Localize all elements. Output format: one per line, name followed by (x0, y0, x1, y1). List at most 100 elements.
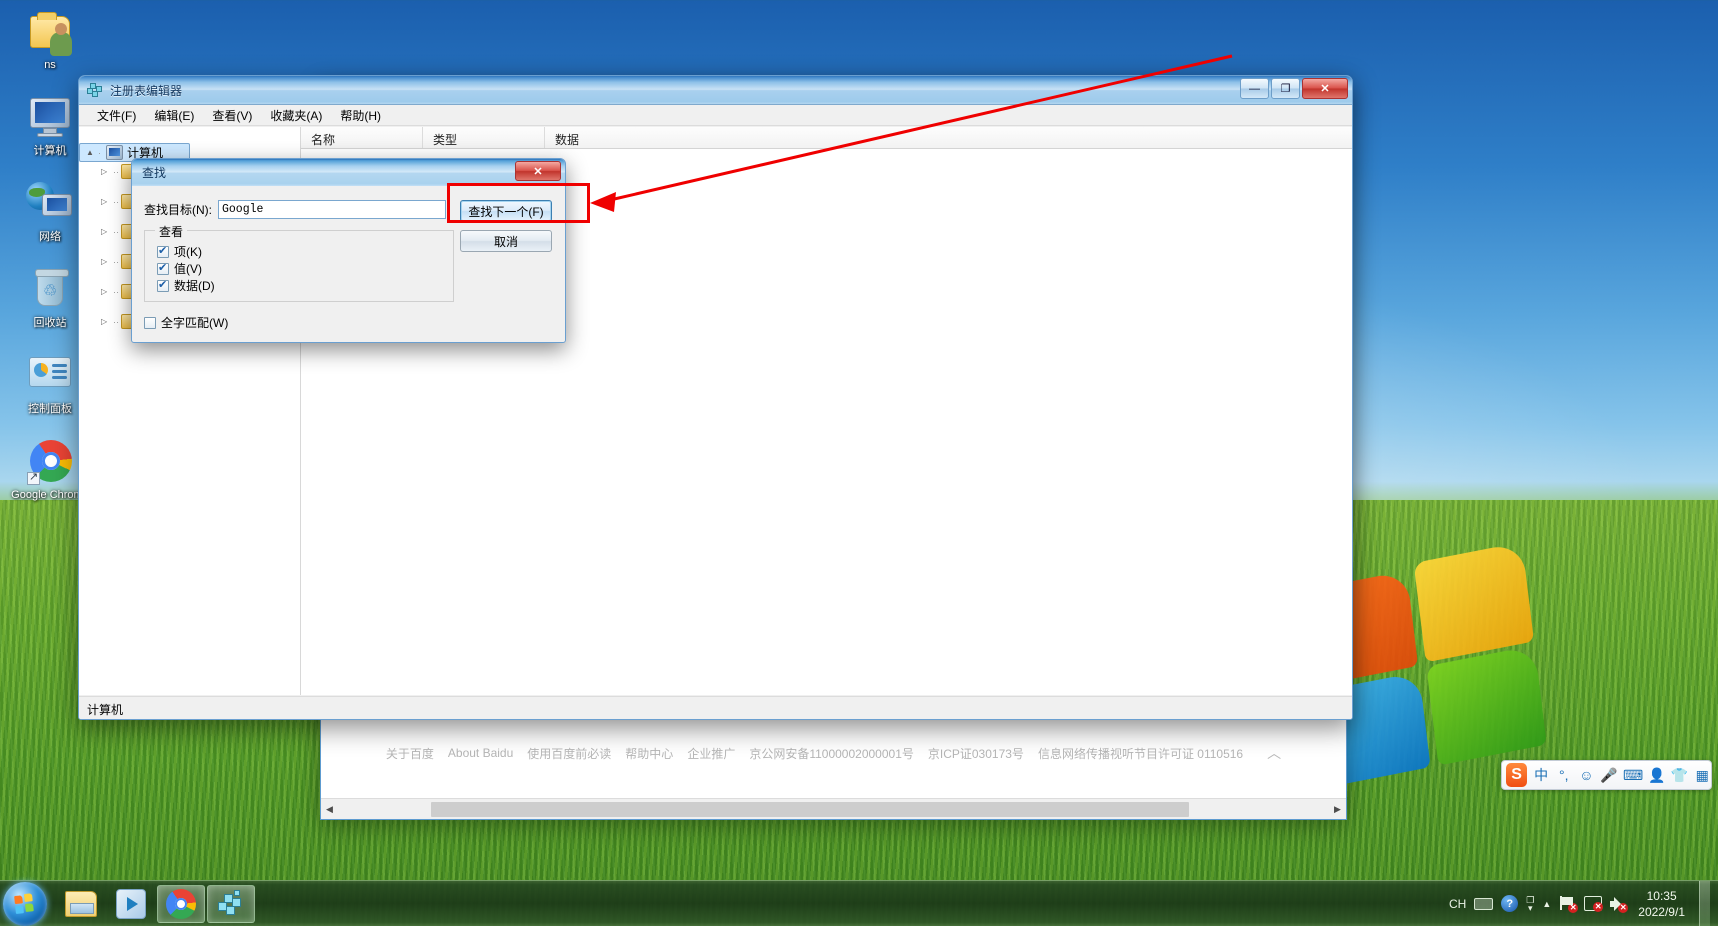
ime-skin-icon[interactable]: 👕 (1671, 767, 1689, 784)
footer-link[interactable]: 京公网安备11000002000001号 (749, 745, 914, 762)
footer-link[interactable]: About Baidu (448, 746, 513, 760)
expand-triangle-icon[interactable]: ▲ (86, 148, 98, 157)
ime-punctuation-icon[interactable]: °, (1555, 767, 1573, 783)
find-dialog-body: 查找目标(N): 查看 项(K) 值(V) 数据(D) 全字匹配(W) 查找下一… (132, 186, 565, 342)
action-center-flag-icon[interactable]: ✕ (1559, 896, 1579, 913)
taskbar: CH ? ❐ ▾ ▲ ✕ ✕ ✕ 10:35 2022/9/1 (0, 880, 1718, 926)
find-group-legend: 查看 (155, 223, 188, 240)
user-folder-icon (26, 8, 74, 56)
menu-view[interactable]: 查看(V) (204, 105, 260, 126)
computer-icon (106, 145, 123, 160)
find-dialog-titlebar[interactable]: 查找 ✕ (132, 159, 565, 186)
browser-horizontal-scrollbar[interactable]: ◀ ▶ (321, 798, 1346, 819)
find-checkbox-data[interactable]: 数据(D) (157, 277, 453, 294)
recycle-bin-icon (26, 266, 74, 314)
expand-triangle-icon[interactable]: ▷ (101, 317, 113, 326)
menu-help[interactable]: 帮助(H) (332, 105, 389, 126)
minimize-button[interactable]: — (1240, 78, 1269, 99)
show-desktop-button[interactable] (1699, 880, 1710, 926)
sync-icon[interactable]: ❐ ▾ (1526, 895, 1534, 912)
maximize-button[interactable]: ❐ (1271, 78, 1300, 99)
ime-chinese-mode-icon[interactable]: 中 (1532, 765, 1550, 785)
show-hidden-icons-button[interactable]: ▲ (1542, 899, 1551, 909)
menu-edit[interactable]: 编辑(E) (146, 105, 202, 126)
volume-icon[interactable]: ✕ (1610, 896, 1629, 913)
system-tray: CH ? ❐ ▾ ▲ ✕ ✕ ✕ 10:35 2022/9/1 (1449, 880, 1718, 926)
ime-keyboard-icon[interactable]: ⌨ (1623, 767, 1643, 784)
ime-voice-icon[interactable]: 🎤 (1600, 767, 1618, 784)
checkbox-icon[interactable] (157, 244, 169, 258)
expand-triangle-icon[interactable]: ▷ (101, 197, 113, 206)
start-button[interactable] (3, 881, 47, 926)
find-checkbox-values[interactable]: 值(V) (157, 260, 453, 277)
ime-toolbox-icon[interactable]: ▦ (1693, 767, 1711, 784)
keyboard-icon[interactable] (1474, 897, 1494, 910)
chevron-up-icon[interactable]: ︿ (1267, 743, 1281, 763)
checkbox-label: 项(K) (174, 245, 202, 259)
clock-time: 10:35 (1646, 888, 1677, 903)
taskbar-chrome-button[interactable] (157, 884, 205, 923)
network-icon[interactable]: ✕ (1584, 896, 1604, 912)
find-dialog-buttons: 查找下一个(F) 取消 (460, 200, 552, 252)
close-button[interactable]: ✕ (1302, 78, 1348, 99)
checkbox-label: 值(V) (174, 262, 202, 276)
footer-link[interactable]: 京ICP证030173号 (928, 745, 1024, 762)
scroll-thumb[interactable] (431, 801, 1189, 817)
footer-link[interactable]: 信息网络传播视听节目许可证 0110516 (1038, 745, 1243, 762)
tree-dots: · (98, 147, 101, 158)
footer-link[interactable]: 企业推广 (687, 745, 735, 762)
registry-editor-icon (216, 889, 246, 918)
tree-dots: ·· (113, 256, 119, 267)
footer-link[interactable]: 帮助中心 (625, 745, 673, 762)
desktop-icon-ns[interactable]: ns (8, 8, 92, 72)
sogou-ime-toolbar[interactable]: S 中 °, ☺ 🎤 ⌨ 👤 👕 ▦ (1501, 760, 1712, 790)
ime-emoji-icon[interactable]: ☺ (1578, 767, 1596, 783)
scroll-right-arrow[interactable]: ▶ (1329, 800, 1346, 819)
scroll-track[interactable] (338, 801, 1329, 817)
taskbar-clock[interactable]: 10:35 2022/9/1 (1638, 888, 1685, 920)
network-icon (26, 180, 74, 228)
find-close-button[interactable]: ✕ (515, 161, 561, 181)
registry-editor-titlebar[interactable]: 注册表编辑器 — ❐ ✕ (79, 76, 1352, 105)
checkbox-label: 全字匹配(W) (161, 316, 229, 330)
taskbar-registry-editor-button[interactable] (207, 884, 255, 923)
tray-ime-label[interactable]: CH (1449, 897, 1466, 911)
scroll-left-arrow[interactable]: ◀ (321, 800, 338, 819)
help-icon[interactable]: ? (1501, 895, 1519, 912)
column-header-name[interactable]: 名称 (301, 127, 423, 148)
find-search-label: 查找目标(N): (144, 203, 212, 217)
expand-triangle-icon[interactable]: ▷ (101, 227, 113, 236)
desktop-icon-label: ns (44, 59, 56, 71)
tree-dots: ·· (113, 166, 119, 177)
column-header-type[interactable]: 类型 (423, 127, 545, 148)
find-next-button[interactable]: 查找下一个(F) (460, 200, 552, 222)
find-cancel-button[interactable]: 取消 (460, 230, 552, 252)
footer-link[interactable]: 关于百度 (386, 745, 434, 762)
taskbar-explorer-button[interactable] (57, 885, 105, 923)
checkbox-icon[interactable] (144, 316, 156, 329)
find-search-input[interactable] (218, 200, 446, 219)
menu-file[interactable]: 文件(F) (89, 105, 144, 126)
window-title: 注册表编辑器 (110, 83, 183, 98)
column-header-data[interactable]: 数据 (545, 127, 1352, 148)
expand-triangle-icon[interactable]: ▷ (101, 257, 113, 266)
menu-favorites[interactable]: 收藏夹(A) (262, 105, 330, 126)
computer-icon (26, 94, 74, 142)
control-panel-icon (26, 352, 74, 400)
checkbox-icon[interactable] (157, 278, 169, 292)
expand-triangle-icon[interactable]: ▷ (101, 287, 113, 296)
tree-dots: ·· (113, 196, 119, 207)
find-checkbox-keys[interactable]: 项(K) (157, 243, 453, 260)
expand-triangle-icon[interactable]: ▷ (101, 167, 113, 176)
tree-dots: ·· (113, 226, 119, 237)
sogou-logo-icon[interactable]: S (1506, 763, 1528, 787)
checkbox-label: 数据(D) (174, 279, 215, 293)
find-dialog[interactable]: 查找 ✕ 查找目标(N): 查看 项(K) 值(V) 数据(D) 全字 (131, 158, 566, 343)
checkbox-icon[interactable] (157, 261, 169, 275)
taskbar-media-player-button[interactable] (107, 885, 155, 923)
ime-account-icon[interactable]: 👤 (1648, 767, 1666, 784)
registry-column-headers: 名称 类型 数据 (301, 127, 1352, 149)
footer-link[interactable]: 使用百度前必读 (527, 745, 611, 762)
find-checkbox-whole-word[interactable]: 全字匹配(W) (144, 314, 553, 331)
tree-dots: ·· (113, 286, 119, 297)
